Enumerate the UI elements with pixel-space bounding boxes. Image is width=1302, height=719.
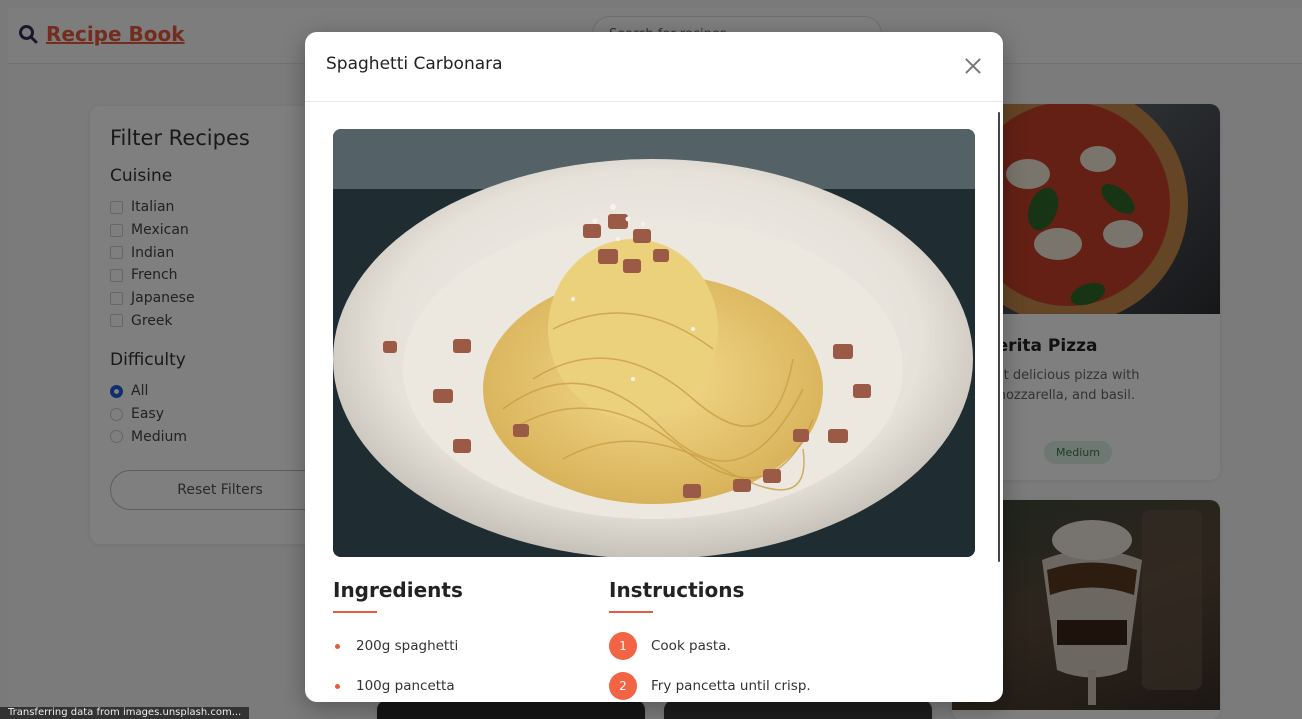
step-text: Cook pasta. — [651, 638, 731, 654]
instructions-heading: Instructions — [609, 578, 745, 602]
instruction-step: 2 Fry pancetta until crisp. — [609, 672, 811, 700]
instruction-step: 1 Cook pasta. — [609, 632, 731, 660]
carbonara-illustration — [333, 129, 975, 557]
bullet-icon — [335, 643, 340, 649]
close-icon[interactable] — [961, 54, 985, 78]
recipe-image — [333, 129, 975, 557]
bullet-icon — [335, 683, 340, 689]
step-number: 2 — [609, 672, 637, 700]
ingredient-item: 100g pancetta — [333, 678, 455, 694]
recipe-modal: Spaghetti Carbonara Ingredients Instruct… — [305, 32, 1003, 702]
step-text: Fry pancetta until crisp. — [651, 678, 811, 694]
ingredients-underline — [333, 611, 377, 613]
modal-title: Spaghetti Carbonara — [326, 54, 503, 74]
ingredient-item: 200g spaghetti — [333, 638, 458, 654]
ingredient-text: 200g spaghetti — [356, 638, 459, 654]
ingredients-heading: Ingredients — [333, 578, 463, 602]
modal-scrollbar[interactable] — [998, 112, 1000, 562]
modal-header: Spaghetti Carbonara — [305, 32, 1003, 102]
instructions-underline — [609, 611, 653, 613]
status-bar: Transferring data from images.unsplash.c… — [0, 707, 250, 719]
ingredient-text: 100g pancetta — [356, 678, 455, 694]
step-number: 1 — [609, 632, 637, 660]
